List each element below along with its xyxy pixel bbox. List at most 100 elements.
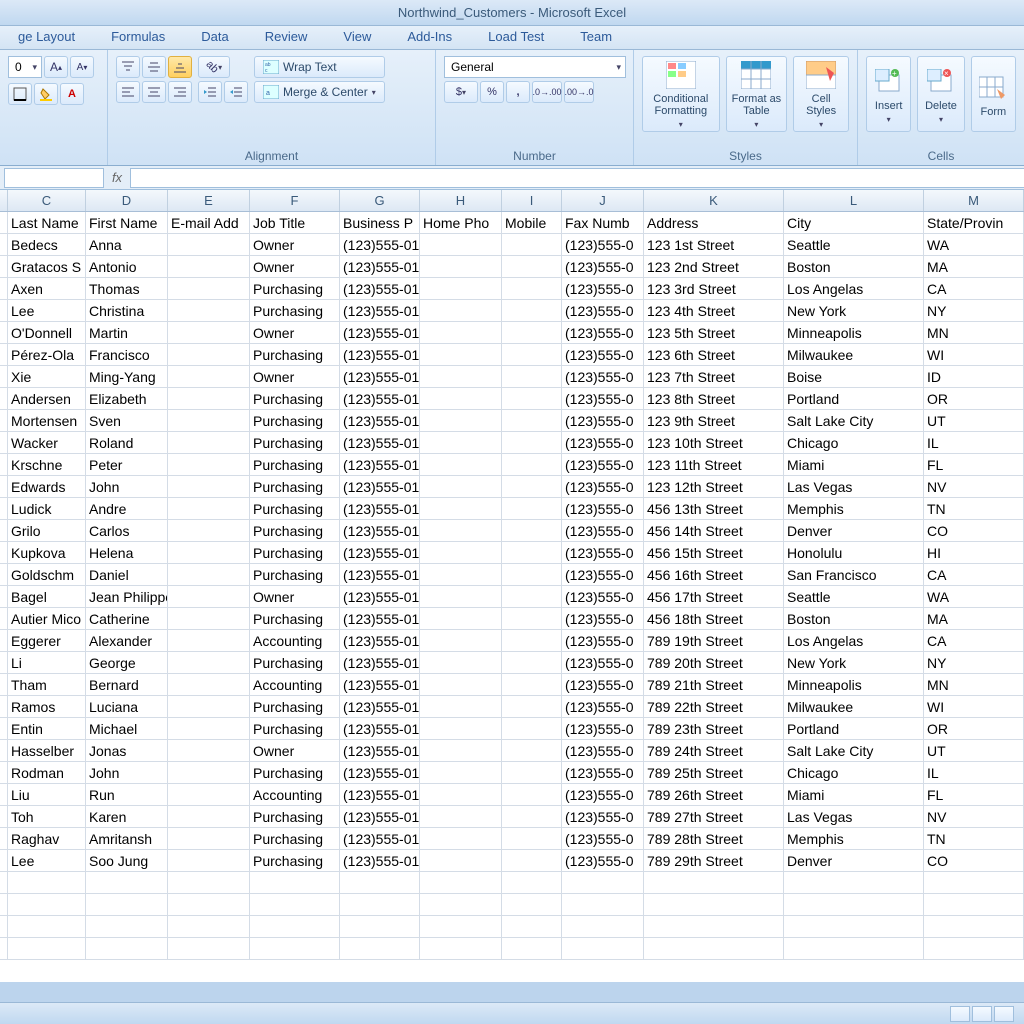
- data-cell[interactable]: Milwaukee: [784, 696, 924, 717]
- data-cell[interactable]: Li: [8, 652, 86, 673]
- data-cell[interactable]: [502, 608, 562, 629]
- data-cell[interactable]: [168, 410, 250, 431]
- data-cell[interactable]: HI: [924, 542, 1024, 563]
- data-cell[interactable]: [502, 476, 562, 497]
- data-cell[interactable]: Thomas: [86, 278, 168, 299]
- data-cell[interactable]: [86, 894, 168, 915]
- align-bottom-icon[interactable]: [168, 56, 192, 78]
- header-cell[interactable]: Address: [644, 212, 784, 233]
- data-cell[interactable]: [250, 872, 340, 893]
- data-cell[interactable]: 456 15th Street: [644, 542, 784, 563]
- data-cell[interactable]: [784, 916, 924, 937]
- increase-indent-icon[interactable]: [224, 81, 248, 103]
- data-cell[interactable]: (123)555-0: [562, 696, 644, 717]
- align-center-icon[interactable]: [142, 81, 166, 103]
- data-cell[interactable]: [502, 520, 562, 541]
- data-cell[interactable]: (123)555-0100: [340, 520, 420, 541]
- data-cell[interactable]: 123 1st Street: [644, 234, 784, 255]
- data-cell[interactable]: Owner: [250, 366, 340, 387]
- data-cell[interactable]: [168, 366, 250, 387]
- data-cell[interactable]: (123)555-0100: [340, 344, 420, 365]
- data-cell[interactable]: Amritansh: [86, 828, 168, 849]
- data-cell[interactable]: WI: [924, 344, 1024, 365]
- data-cell[interactable]: [420, 916, 502, 937]
- data-cell[interactable]: 456 13th Street: [644, 498, 784, 519]
- data-cell[interactable]: [502, 388, 562, 409]
- data-cell[interactable]: (123)555-0: [562, 256, 644, 277]
- data-cell[interactable]: [420, 322, 502, 343]
- data-cell[interactable]: [502, 674, 562, 695]
- data-cell[interactable]: UT: [924, 740, 1024, 761]
- data-cell[interactable]: Owner: [250, 234, 340, 255]
- data-cell[interactable]: NV: [924, 806, 1024, 827]
- data-cell[interactable]: NV: [924, 476, 1024, 497]
- data-cell[interactable]: [168, 630, 250, 651]
- currency-icon[interactable]: $▾: [444, 81, 478, 103]
- data-cell[interactable]: [420, 828, 502, 849]
- data-cell[interactable]: Purchasing: [250, 454, 340, 475]
- data-cell[interactable]: (123)555-0100: [340, 696, 420, 717]
- data-cell[interactable]: (123)555-0100: [340, 542, 420, 563]
- data-cell[interactable]: Andersen: [8, 388, 86, 409]
- percent-icon[interactable]: %: [480, 81, 504, 103]
- data-cell[interactable]: [168, 938, 250, 959]
- data-cell[interactable]: [502, 432, 562, 453]
- data-cell[interactable]: [502, 938, 562, 959]
- data-cell[interactable]: [168, 674, 250, 695]
- data-cell[interactable]: 789 22th Street: [644, 696, 784, 717]
- data-cell[interactable]: Owner: [250, 740, 340, 761]
- data-cell[interactable]: (123)555-0: [562, 234, 644, 255]
- data-cell[interactable]: [502, 718, 562, 739]
- comma-icon[interactable]: ,: [506, 81, 530, 103]
- data-cell[interactable]: Karen: [86, 806, 168, 827]
- data-cell[interactable]: Catherine: [86, 608, 168, 629]
- header-cell[interactable]: State/Provin: [924, 212, 1024, 233]
- data-cell[interactable]: [420, 762, 502, 783]
- data-cell[interactable]: [168, 388, 250, 409]
- data-cell[interactable]: (123)555-0: [562, 674, 644, 695]
- data-cell[interactable]: [420, 454, 502, 475]
- data-cell[interactable]: (123)555-0100: [340, 740, 420, 761]
- data-cell[interactable]: (123)555-0: [562, 300, 644, 321]
- data-cell[interactable]: (123)555-0: [562, 828, 644, 849]
- data-cell[interactable]: 123 3rd Street: [644, 278, 784, 299]
- data-cell[interactable]: Carlos: [86, 520, 168, 541]
- data-cell[interactable]: [420, 608, 502, 629]
- data-cell[interactable]: (123)555-0: [562, 278, 644, 299]
- data-cell[interactable]: [168, 476, 250, 497]
- data-cell[interactable]: [8, 894, 86, 915]
- data-cell[interactable]: Bedecs: [8, 234, 86, 255]
- data-cell[interactable]: (123)555-0: [562, 586, 644, 607]
- data-cell[interactable]: (123)555-0: [562, 498, 644, 519]
- data-cell[interactable]: [502, 498, 562, 519]
- data-cell[interactable]: [924, 894, 1024, 915]
- data-cell[interactable]: (123)555-0100: [340, 828, 420, 849]
- column-header[interactable]: C: [8, 190, 86, 211]
- data-cell[interactable]: [502, 234, 562, 255]
- data-cell[interactable]: 123 9th Street: [644, 410, 784, 431]
- data-cell[interactable]: WA: [924, 234, 1024, 255]
- data-cell[interactable]: (123)555-0100: [340, 278, 420, 299]
- data-cell[interactable]: (123)555-0: [562, 476, 644, 497]
- data-cell[interactable]: [502, 850, 562, 871]
- data-cell[interactable]: (123)555-0: [562, 388, 644, 409]
- data-cell[interactable]: [502, 454, 562, 475]
- data-cell[interactable]: [168, 762, 250, 783]
- data-cell[interactable]: [420, 806, 502, 827]
- data-cell[interactable]: [420, 630, 502, 651]
- header-cell[interactable]: Fax Numb: [562, 212, 644, 233]
- data-cell[interactable]: [250, 938, 340, 959]
- data-cell[interactable]: Purchasing: [250, 608, 340, 629]
- data-cell[interactable]: (123)555-0: [562, 454, 644, 475]
- data-cell[interactable]: Purchasing: [250, 652, 340, 673]
- data-cell[interactable]: [420, 718, 502, 739]
- data-cell[interactable]: [8, 872, 86, 893]
- data-cell[interactable]: [420, 498, 502, 519]
- data-cell[interactable]: [502, 256, 562, 277]
- font-color-icon[interactable]: A: [60, 83, 84, 105]
- data-cell[interactable]: [168, 520, 250, 541]
- data-cell[interactable]: Chicago: [784, 432, 924, 453]
- data-cell[interactable]: [924, 938, 1024, 959]
- data-cell[interactable]: [168, 432, 250, 453]
- data-cell[interactable]: Portland: [784, 388, 924, 409]
